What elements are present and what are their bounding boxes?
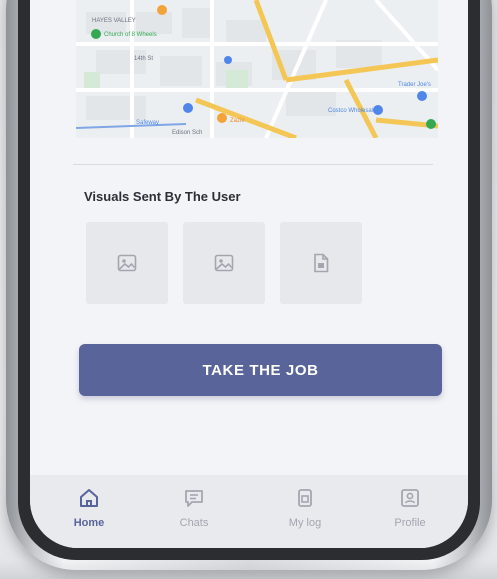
visual-thumb-3[interactable] xyxy=(280,222,362,304)
document-icon xyxy=(314,253,329,273)
map-label-restaurant: Zazie xyxy=(230,118,245,124)
map-label-school: Edison Sch xyxy=(172,130,202,136)
section-divider xyxy=(73,164,433,165)
home-icon xyxy=(80,489,98,507)
tab-label-my-log: My log xyxy=(288,517,322,529)
phone-screen: HAYES VALLEY Church of 8 Wheels 14th St … xyxy=(30,0,468,548)
tab-label-chats: Chats xyxy=(179,517,209,529)
tab-label-profile: Profile xyxy=(394,517,426,529)
tab-home[interactable]: Home xyxy=(49,486,129,529)
visual-thumb-2[interactable] xyxy=(183,222,265,304)
log-icon xyxy=(298,489,312,507)
phone-shadow xyxy=(0,560,497,579)
image-icon xyxy=(214,254,234,272)
map-label-church: Church of 8 Wheels xyxy=(104,32,157,38)
tab-my-log[interactable]: My log xyxy=(265,486,345,529)
visual-thumb-1[interactable] xyxy=(86,222,168,304)
image-icon xyxy=(117,254,137,272)
map-label-trader: Trader Joe's xyxy=(398,82,431,88)
map-view[interactable]: HAYES VALLEY Church of 8 Wheels 14th St … xyxy=(76,0,438,138)
chat-icon xyxy=(185,490,203,507)
map-label-area: HAYES VALLEY xyxy=(92,18,136,24)
profile-icon xyxy=(401,489,419,507)
tab-profile[interactable]: Profile xyxy=(370,486,450,529)
map-canvas: HAYES VALLEY Church of 8 Wheels 14th St … xyxy=(76,0,438,138)
visuals-title: Visuals Sent By The User xyxy=(84,189,241,204)
tab-chats[interactable]: Chats xyxy=(154,486,234,529)
map-label-safeway: Safeway xyxy=(136,120,159,126)
take-job-button[interactable]: TAKE THE JOB xyxy=(79,344,442,396)
tab-label-home: Home xyxy=(73,517,105,529)
map-label-store: Costco Wholesale xyxy=(328,108,377,114)
map-label-street: 14th St xyxy=(134,56,153,62)
